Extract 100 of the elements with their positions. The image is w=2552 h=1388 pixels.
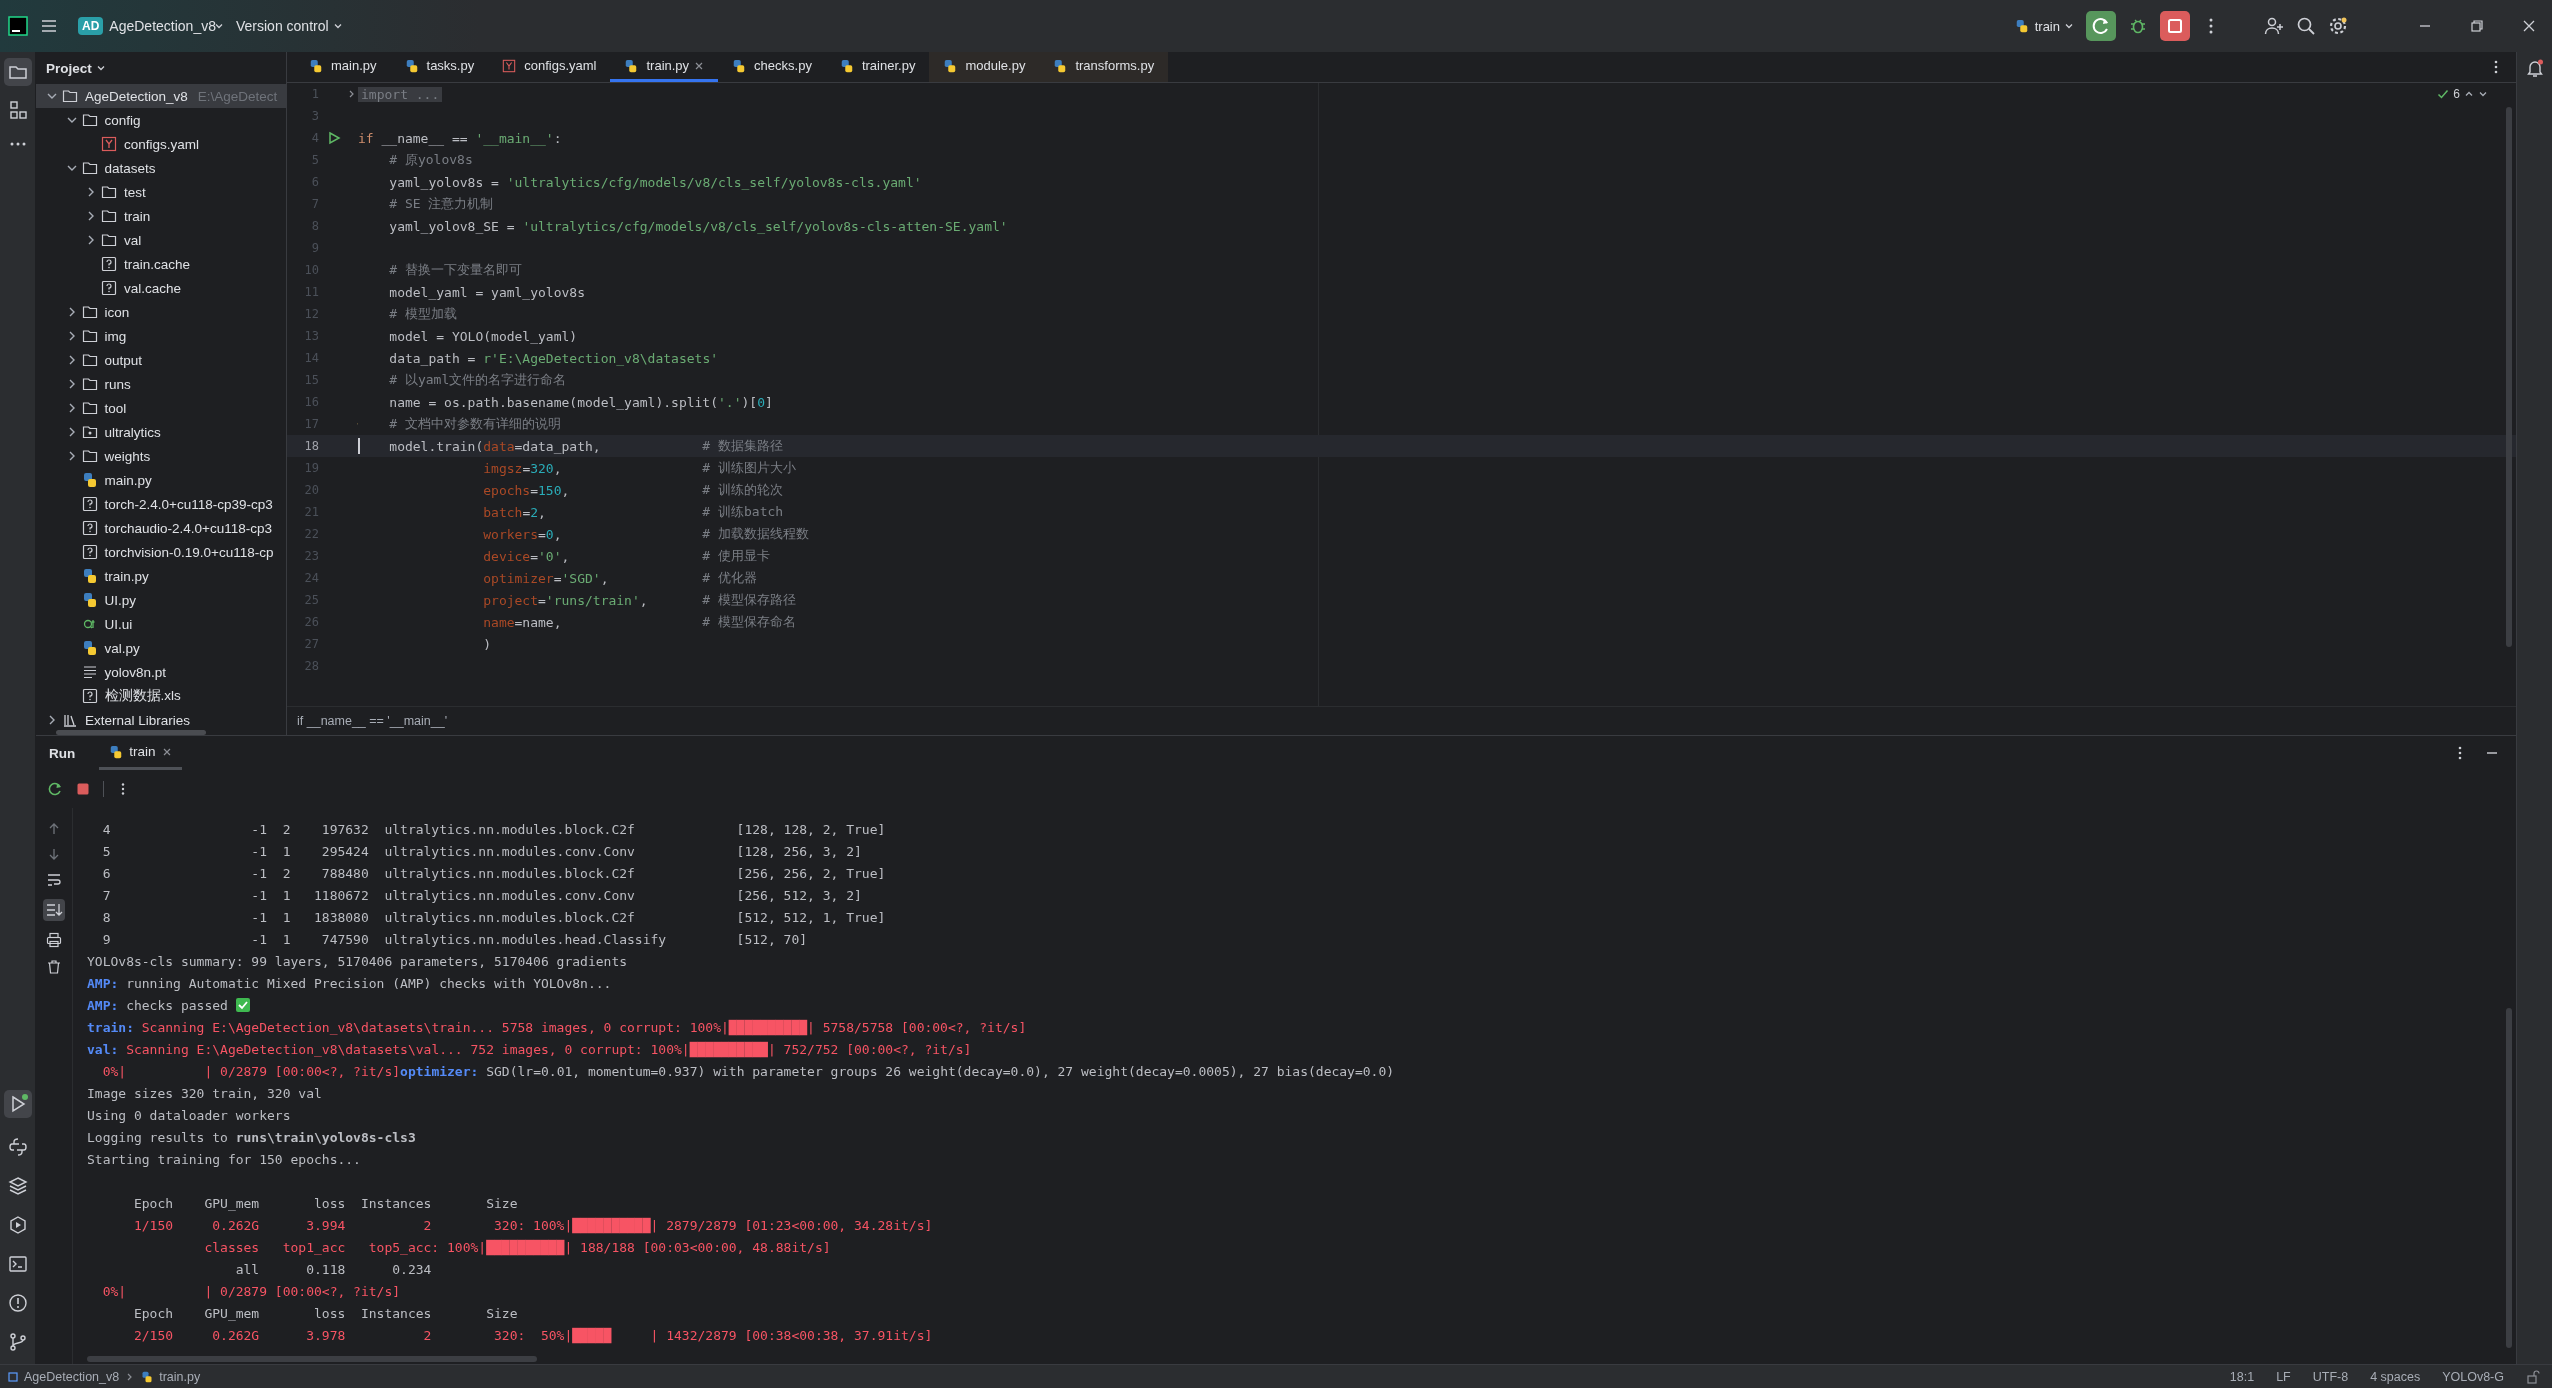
editor-tab[interactable]: module.py bbox=[929, 52, 1040, 82]
problems-icon[interactable] bbox=[7, 1293, 28, 1313]
code-line: ) bbox=[482, 636, 492, 652]
up-arrow-icon[interactable] bbox=[47, 822, 61, 836]
console-text: 0%| | 0/2879 [00:00<?, ?it/s] bbox=[101, 1063, 401, 1079]
run-icon[interactable] bbox=[327, 131, 341, 145]
editor-tab[interactable]: tasks.py bbox=[390, 52, 489, 82]
python-icon bbox=[81, 472, 98, 488]
tree-item[interactable]: runs bbox=[36, 372, 286, 396]
structure-icon[interactable] bbox=[7, 100, 28, 120]
status-item[interactable]: 4 spaces bbox=[2370, 1369, 2421, 1384]
settings-icon[interactable] bbox=[2328, 16, 2348, 36]
python-icon bbox=[732, 58, 747, 73]
editor-tab[interactable]: checks.py bbox=[718, 52, 826, 82]
run-configuration[interactable]: train bbox=[2034, 18, 2060, 34]
tree-item[interactable]: torchvision-0.19.0+cu118-cp bbox=[36, 540, 286, 564]
console-text: 5 -1 1 295424 ultralytics.nn.modules.conv.Conv [128, 256, 3, 2] bbox=[101, 843, 862, 859]
tree-item[interactable]: output bbox=[36, 348, 286, 372]
tree-item[interactable]: train bbox=[36, 204, 286, 228]
notifications-icon[interactable] bbox=[2524, 58, 2545, 78]
app-logo-icon[interactable] bbox=[8, 16, 28, 36]
console-text: AMP: bbox=[87, 997, 119, 1013]
tree-item[interactable]: UI.py bbox=[36, 588, 286, 612]
scrollbar[interactable] bbox=[87, 1356, 537, 1362]
editor-tab[interactable]: transforms.py bbox=[1039, 52, 1169, 82]
run-tab[interactable]: train bbox=[99, 736, 182, 770]
close-icon[interactable] bbox=[694, 60, 705, 71]
tree-item[interactable]: tool bbox=[36, 396, 286, 420]
code-line: model = YOLO(model_yaml) bbox=[388, 328, 578, 344]
python-console-icon[interactable] bbox=[7, 1137, 28, 1157]
tree-item[interactable]: img bbox=[36, 324, 286, 348]
tree-item[interactable]: val.cache bbox=[36, 276, 286, 300]
lock-icon[interactable] bbox=[2526, 1369, 2540, 1384]
unknown-file-icon bbox=[81, 520, 98, 536]
status-item[interactable]: LF bbox=[2276, 1369, 2291, 1384]
status-item[interactable]: YOLOv8-G bbox=[2442, 1369, 2504, 1384]
tree-item[interactable]: val.py bbox=[36, 636, 286, 660]
breadcrumb[interactable]: if __name__ == '__main__' bbox=[297, 714, 448, 728]
scrollbar[interactable] bbox=[56, 730, 206, 735]
add-user-icon[interactable] bbox=[2264, 16, 2284, 36]
tree-item[interactable]: main.py bbox=[36, 468, 286, 492]
tree-item[interactable]: AgeDetection_v8 E:\AgeDetect bbox=[36, 84, 286, 108]
status-item[interactable]: 18:1 bbox=[2229, 1369, 2255, 1384]
tree-item[interactable]: datasets bbox=[36, 156, 286, 180]
status-item[interactable]: UTF-8 bbox=[2312, 1369, 2349, 1384]
editor-tab[interactable]: configs.yaml bbox=[488, 52, 611, 82]
breadcrumb-item[interactable]: AgeDetection_v8 bbox=[24, 1369, 120, 1384]
tree-item[interactable]: torch-2.4.0+cu118-cp39-cp3 bbox=[36, 492, 286, 516]
scrollbar[interactable] bbox=[2506, 1008, 2512, 1348]
rerun-button[interactable] bbox=[2086, 11, 2116, 41]
restore-icon[interactable] bbox=[2470, 19, 2484, 33]
console-text: Image sizes 320 train, 320 val bbox=[87, 1085, 322, 1101]
down-arrow-icon[interactable] bbox=[47, 847, 61, 861]
tree-item[interactable]: test bbox=[36, 180, 286, 204]
tree-item[interactable]: configs.yaml bbox=[36, 132, 286, 156]
tree-item[interactable]: ultralytics bbox=[36, 420, 286, 444]
tree-item[interactable]: val bbox=[36, 228, 286, 252]
tree-item[interactable]: torchaudio-2.4.0+cu118-cp3 bbox=[36, 516, 286, 540]
tree-item-label: UI.py bbox=[104, 592, 136, 608]
search-icon[interactable] bbox=[2296, 16, 2316, 36]
tree-item[interactable]: UI.ui bbox=[36, 612, 286, 636]
tree-item[interactable]: weights bbox=[36, 444, 286, 468]
tree-item[interactable]: 检测数据.xls bbox=[36, 684, 286, 708]
rerun-icon[interactable] bbox=[47, 781, 63, 797]
stop-icon[interactable] bbox=[75, 781, 91, 797]
close-icon[interactable] bbox=[2522, 19, 2536, 33]
soft-wrap-icon[interactable] bbox=[46, 872, 62, 888]
terminal-icon[interactable] bbox=[7, 1254, 28, 1274]
editor-tab[interactable]: main.py bbox=[295, 52, 391, 82]
inspection-widget[interactable]: 6 bbox=[2437, 87, 2488, 101]
scrollbar[interactable] bbox=[2506, 107, 2512, 647]
editor-tab[interactable]: train.py bbox=[610, 52, 719, 82]
tree-item[interactable]: External Libraries bbox=[36, 708, 286, 732]
tree-item[interactable]: icon bbox=[36, 300, 286, 324]
tree-item[interactable]: train.py bbox=[36, 564, 286, 588]
services-icon[interactable] bbox=[7, 1215, 28, 1235]
tree-item-label: config bbox=[104, 112, 141, 128]
scroll-to-end-icon[interactable] bbox=[43, 899, 65, 921]
breadcrumb-item[interactable]: train.py bbox=[159, 1369, 201, 1384]
caret-icon bbox=[95, 63, 106, 73]
editor-tab[interactable]: trainer.py bbox=[825, 52, 930, 82]
panel-title[interactable]: Project bbox=[46, 60, 92, 76]
git-icon[interactable] bbox=[7, 1332, 28, 1352]
trash-icon[interactable] bbox=[46, 959, 62, 975]
project-badge: AD bbox=[78, 17, 104, 35]
folder-icon bbox=[62, 88, 78, 104]
stop-button[interactable] bbox=[2160, 11, 2190, 41]
layers-icon[interactable] bbox=[7, 1176, 28, 1196]
version-control-menu[interactable]: Version control bbox=[236, 18, 329, 34]
tree-item[interactable]: train.cache bbox=[36, 252, 286, 276]
tree-item[interactable]: yolov8n.pt bbox=[36, 660, 286, 684]
print-icon[interactable] bbox=[46, 932, 62, 948]
tree-item[interactable]: config bbox=[36, 108, 286, 132]
folder-icon[interactable] bbox=[3, 58, 32, 86]
run-icon[interactable] bbox=[3, 1090, 32, 1118]
project-name[interactable]: AgeDetection_v8 bbox=[109, 18, 216, 34]
close-icon[interactable] bbox=[161, 746, 172, 757]
menu-icon[interactable] bbox=[40, 17, 58, 35]
python-icon bbox=[309, 58, 323, 73]
console-text: running Automatic Mixed Precision (AMP) checks with YOLOv8n... bbox=[125, 975, 612, 991]
